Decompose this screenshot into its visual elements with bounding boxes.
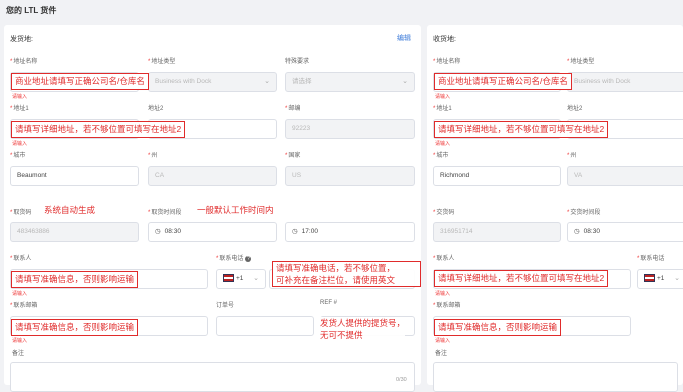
- email-label: *联系邮箱: [10, 303, 38, 309]
- notes-counter: 0/30: [396, 377, 407, 383]
- contact-label: *联系人: [10, 256, 32, 262]
- notes-textarea[interactable]: [10, 362, 415, 392]
- contact-hint: 请填写准确信息，否则影响运输: [11, 271, 139, 288]
- city-input[interactable]: Beaumont: [10, 166, 139, 186]
- required-note: 请输入: [435, 291, 451, 297]
- chevron-down-icon: ⌄: [674, 275, 680, 282]
- shipper-panel: 发货地: 编辑 *地址名称 *地址类型 特殊要求 Business with D…: [4, 25, 421, 392]
- address1-hint: 请填写详细地址，若不够位置可填写在地址2: [11, 121, 186, 138]
- special-req-select[interactable]: 请选择 ⌄: [285, 72, 415, 92]
- phone-hint-line2: 可补充在备注栏位，请使用英文: [276, 275, 396, 285]
- address2-label: 地址2: [567, 106, 583, 112]
- special-req-label: 特殊要求: [285, 59, 310, 65]
- required-note: 请输入: [435, 338, 451, 344]
- location-type-label: *地址类型: [148, 59, 176, 65]
- location-name-label: *地址名称: [10, 59, 38, 65]
- phone-label: *联系电话: [637, 256, 665, 262]
- required-note: 请输入: [12, 141, 28, 147]
- location-name-hint: 商业地址请填写正确公司名/仓库名: [11, 73, 149, 90]
- pickup-time-end[interactable]: ◷ 17:00: [285, 222, 415, 242]
- state-input[interactable]: CA: [148, 166, 277, 186]
- zip-input[interactable]: 92223: [285, 119, 415, 139]
- country-label: *国家: [285, 153, 301, 159]
- ref-hint-line2: 无可不提供: [320, 330, 363, 340]
- pickup-time-hint: 一般默认工作时间内: [197, 204, 274, 216]
- delivery-code-input[interactable]: 316951714: [433, 222, 561, 242]
- clock-icon: ◷: [155, 228, 161, 235]
- email-label: *联系邮箱: [433, 303, 461, 309]
- us-flag-icon: [644, 274, 655, 283]
- email-hint: 请填写准确信息，否则影响运输: [434, 319, 562, 336]
- shipper-edit-link[interactable]: 编辑: [397, 33, 411, 43]
- clock-icon: ◷: [292, 228, 298, 235]
- location-type-select[interactable]: Business with Dock ⌄: [148, 72, 277, 92]
- pickup-code-hint: 系统自动生成: [44, 204, 96, 216]
- clock-icon: ◷: [574, 228, 580, 235]
- notes-label: 备注: [435, 351, 448, 357]
- required-note: 请输入: [435, 94, 451, 100]
- state-label: *州: [567, 153, 577, 159]
- state-input[interactable]: VA: [567, 166, 683, 186]
- phone-code-select[interactable]: +1 ⌄: [637, 269, 683, 289]
- address1-hint: 请填写详细地址，若不够位置可填写在地址2: [434, 121, 609, 138]
- chevron-down-icon: ⌄: [402, 78, 408, 85]
- delivery-time-label: *交货时间段: [567, 210, 601, 216]
- shipper-section-title: 发货地:: [10, 36, 33, 43]
- pickup-time-start[interactable]: ◷ 08:30: [148, 222, 277, 242]
- chevron-down-icon: ⌄: [264, 78, 270, 85]
- contact-label: *联系人: [433, 256, 455, 262]
- consignee-panel: 收货地: *地址名称 *地址类型 Business with Dock 商业地址…: [427, 25, 683, 392]
- ref-hint: 发货人提供的提货号， 无可不提供: [320, 317, 406, 341]
- pickup-code-label: *取货码: [10, 210, 32, 216]
- ref-label: REF #: [320, 300, 338, 306]
- phone-label: *联系电话?: [216, 256, 252, 262]
- pickup-code-input[interactable]: 483463886: [10, 222, 139, 242]
- page-title: 您的 LTL 货件: [6, 6, 57, 15]
- delivery-time-start[interactable]: ◷ 08:30: [567, 222, 683, 242]
- required-note: 请输入: [12, 94, 28, 100]
- city-label: *城市: [433, 153, 449, 159]
- location-type-label: *地址类型: [567, 59, 595, 65]
- phone-hint: 请填写准确电话，若不够位置， 可补充在备注栏位，请使用英文: [272, 261, 421, 287]
- phone-hint-line1: 请填写准确电话，若不够位置，: [276, 263, 396, 273]
- ref-hint-line1: 发货人提供的提货号，: [320, 318, 406, 328]
- delivery-code-label: *交货码: [433, 210, 455, 216]
- location-type-select[interactable]: Business with Dock: [567, 72, 683, 92]
- order-no-input[interactable]: [216, 316, 314, 336]
- order-no-label: 订单号: [216, 303, 235, 309]
- country-input[interactable]: US: [285, 166, 415, 186]
- help-icon[interactable]: ?: [245, 256, 252, 262]
- address1-label: *地址1: [10, 106, 29, 112]
- city-input[interactable]: Richmond: [433, 166, 561, 186]
- us-flag-icon: [223, 274, 234, 283]
- pickup-time-label: *取货时间段: [148, 210, 182, 216]
- address2-label: 地址2: [148, 106, 164, 112]
- notes-textarea[interactable]: [433, 362, 678, 392]
- consignee-section-title: 收货地:: [433, 36, 456, 43]
- address1-label: *地址1: [433, 106, 452, 112]
- email-hint: 请填写准确信息，否则影响运输: [11, 319, 139, 336]
- required-note: 请输入: [435, 141, 451, 147]
- contact-hint: 请填写详细地址，若不够位置可填写在地址2: [434, 270, 609, 287]
- notes-label: 备注: [12, 351, 25, 357]
- state-label: *州: [148, 153, 158, 159]
- required-note: 请输入: [12, 338, 28, 344]
- location-name-label: *地址名称: [433, 59, 461, 65]
- chevron-down-icon: ⌄: [253, 275, 259, 282]
- zip-label: *邮编: [285, 106, 301, 112]
- location-name-hint: 商业地址请填写正确公司名/仓库名: [434, 73, 572, 90]
- city-label: *城市: [10, 153, 26, 159]
- phone-code-select[interactable]: +1 ⌄: [216, 269, 266, 289]
- required-note: 请输入: [12, 291, 28, 297]
